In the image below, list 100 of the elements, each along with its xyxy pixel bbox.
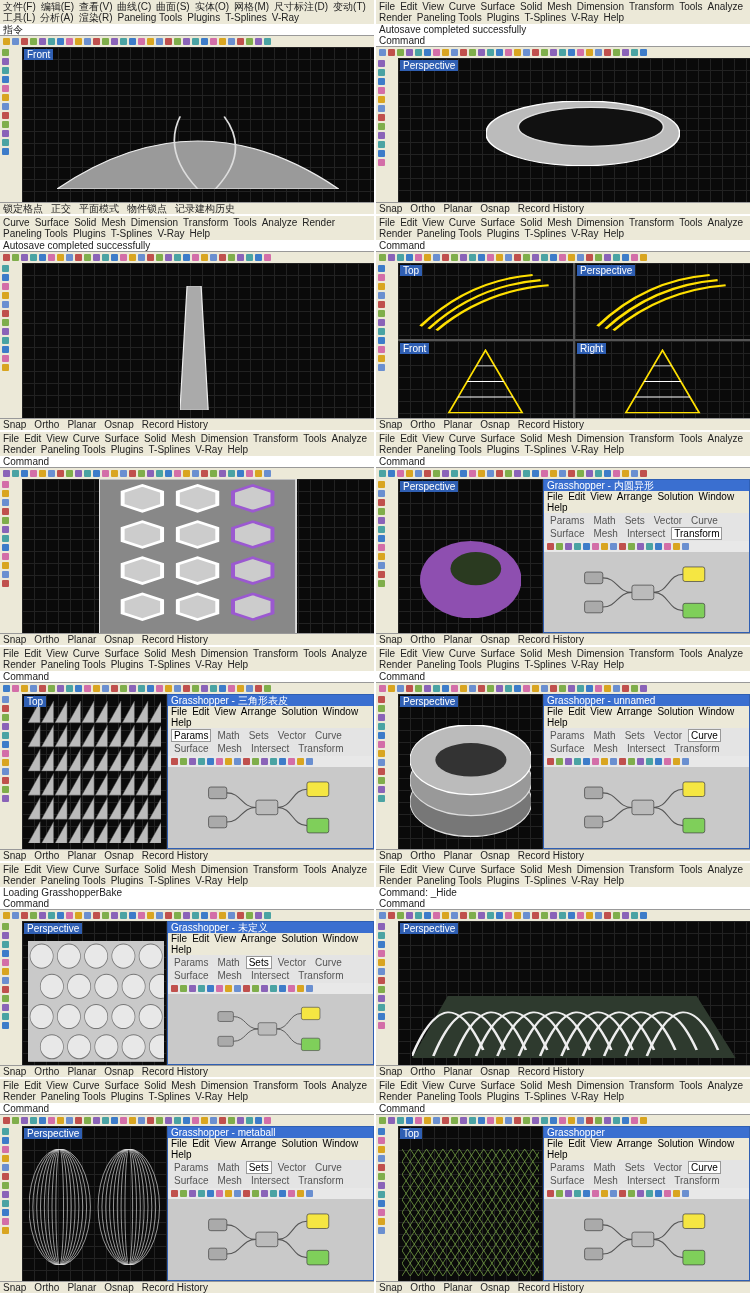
component-tab[interactable]: Intersect	[247, 1174, 293, 1188]
menu-item[interactable]: Transform	[183, 216, 229, 228]
menu-item[interactable]: Transform	[252, 432, 299, 444]
menu-item[interactable]: Mesh	[171, 864, 196, 876]
menu-item[interactable]: Solution	[281, 706, 318, 718]
status-pane[interactable]: Record History	[517, 202, 584, 214]
component-tab[interactable]: Intersect	[623, 742, 669, 756]
menu-item[interactable]: View	[422, 864, 444, 876]
menu-item[interactable]: Help	[603, 659, 624, 671]
menu-item[interactable]: Mesh	[171, 1080, 196, 1092]
viewport[interactable]: Perspective	[398, 478, 543, 634]
menu-item[interactable]: Analyze	[707, 432, 744, 444]
menu-item[interactable]: Transform	[628, 648, 675, 660]
component-tab[interactable]: Params	[171, 729, 212, 743]
component-tab[interactable]: Surface	[171, 1174, 212, 1188]
component-tab[interactable]: Mesh	[590, 526, 621, 540]
menu-item[interactable]: Solution	[657, 706, 694, 718]
status-pane[interactable]: Snap	[379, 634, 403, 646]
viewport-label[interactable]: Perspective	[577, 264, 636, 276]
menu-item[interactable]: Arrange	[616, 1138, 653, 1150]
component-node[interactable]	[631, 1231, 655, 1248]
menu-item[interactable]: Plugins	[187, 12, 221, 23]
menu-item[interactable]: Solid	[144, 1080, 167, 1092]
component-tab[interactable]: Sets	[245, 1161, 272, 1175]
menu-item[interactable]: Paneling Tools	[416, 227, 482, 239]
panel-node[interactable]	[306, 1213, 330, 1229]
menu-item[interactable]: Solid	[520, 1080, 543, 1092]
menu-item[interactable]: T-Splines	[225, 12, 267, 23]
status-pane[interactable]: Planar	[443, 418, 473, 430]
menu-item[interactable]: Tools	[679, 1, 703, 12]
menu-item[interactable]: Transform	[628, 432, 675, 444]
menu-item[interactable]: Render	[302, 216, 336, 228]
menu-item[interactable]: File	[379, 432, 396, 444]
component-tab[interactable]: Math	[214, 729, 243, 743]
menu-item[interactable]: Window	[322, 1138, 359, 1150]
status-pane[interactable]: Ortho	[34, 1066, 60, 1078]
component-tab[interactable]: Vector	[274, 729, 310, 743]
menu-item[interactable]: 编辑(E)	[40, 1, 75, 12]
menu-item[interactable]: Plugins	[110, 1091, 144, 1103]
component-tab[interactable]: Math	[214, 956, 243, 970]
component-tab[interactable]: Curve	[688, 729, 721, 743]
menu-item[interactable]: V-Ray	[271, 12, 300, 23]
component-tab[interactable]: Mesh	[590, 1174, 621, 1188]
menu-item[interactable]: Dimension	[576, 864, 624, 876]
menu-item[interactable]: File	[3, 1080, 20, 1092]
menu-item[interactable]: View	[422, 1, 444, 12]
menu-item[interactable]: File	[379, 1080, 396, 1092]
menu-item[interactable]: Dimension	[576, 1080, 624, 1092]
menu-item[interactable]: Edit	[24, 1080, 42, 1092]
menu-item[interactable]: File	[379, 216, 396, 228]
component-tab[interactable]: Mesh	[590, 742, 621, 756]
menu-item[interactable]: Window	[322, 706, 359, 718]
menu-item[interactable]: Tools	[303, 864, 327, 876]
menu-item[interactable]: View	[214, 706, 236, 718]
component-node[interactable]	[255, 1231, 279, 1248]
component-node[interactable]	[217, 1011, 234, 1023]
menu-item[interactable]: Edit	[192, 1138, 210, 1150]
menu-item[interactable]: Plugins	[486, 443, 520, 455]
status-pane[interactable]: Snap	[3, 1282, 27, 1293]
menu-item[interactable]: Edit	[24, 864, 42, 876]
menu-item[interactable]: View	[46, 1080, 68, 1092]
menu-item[interactable]: File	[171, 1138, 188, 1150]
menu-item[interactable]: Paneling Tools	[416, 443, 482, 455]
menu-item[interactable]: Help	[603, 875, 624, 887]
component-tab[interactable]: Sets	[621, 513, 648, 527]
component-tab[interactable]: Surface	[171, 969, 212, 983]
menu-item[interactable]: Surface	[34, 216, 70, 228]
menu-item[interactable]: Solution	[281, 1138, 318, 1150]
menu-item[interactable]: Dimension	[130, 216, 179, 228]
preview-node[interactable]	[306, 1250, 330, 1266]
menu-item[interactable]: View	[590, 1138, 612, 1150]
menu-item[interactable]: Window	[698, 490, 735, 502]
component-tab[interactable]: Transform	[671, 1174, 723, 1188]
menu-item[interactable]: Arrange	[240, 1138, 277, 1150]
status-pane[interactable]: Record History	[141, 850, 208, 862]
component-node[interactable]	[208, 1218, 228, 1232]
status-pane[interactable]: Osnap	[104, 1282, 134, 1293]
menu-item[interactable]: T-Splines	[524, 875, 567, 887]
status-pane[interactable]: Snap	[379, 202, 403, 214]
menu-item[interactable]: Solid	[520, 864, 543, 876]
menu-item[interactable]: Analyze	[331, 1080, 368, 1092]
component-tab[interactable]: Math	[590, 1161, 619, 1175]
component-tab[interactable]: Sets	[245, 729, 272, 743]
menu-item[interactable]: Plugins	[486, 1091, 520, 1103]
menu-item[interactable]: Plugins	[486, 227, 520, 239]
preview-node[interactable]	[682, 818, 706, 834]
menu-item[interactable]: Analyze	[261, 216, 298, 228]
menu-item[interactable]: Tools	[303, 432, 327, 444]
menu-item[interactable]: Help	[547, 717, 568, 729]
menu-item[interactable]: File	[547, 1138, 564, 1150]
menu-item[interactable]: Edit	[400, 432, 418, 444]
menu-item[interactable]: Paneling Tools	[3, 227, 68, 239]
viewport[interactable]	[22, 262, 374, 418]
viewport[interactable]: Top	[398, 1126, 543, 1281]
menu-item[interactable]: Paneling Tools	[416, 875, 482, 887]
status-pane[interactable]: Ortho	[34, 1282, 60, 1293]
status-pane[interactable]: Planar	[67, 850, 97, 862]
component-tab[interactable]: Transform	[295, 969, 347, 983]
status-pane[interactable]: Osnap	[480, 634, 510, 646]
menu-item[interactable]: Mesh	[101, 216, 126, 228]
